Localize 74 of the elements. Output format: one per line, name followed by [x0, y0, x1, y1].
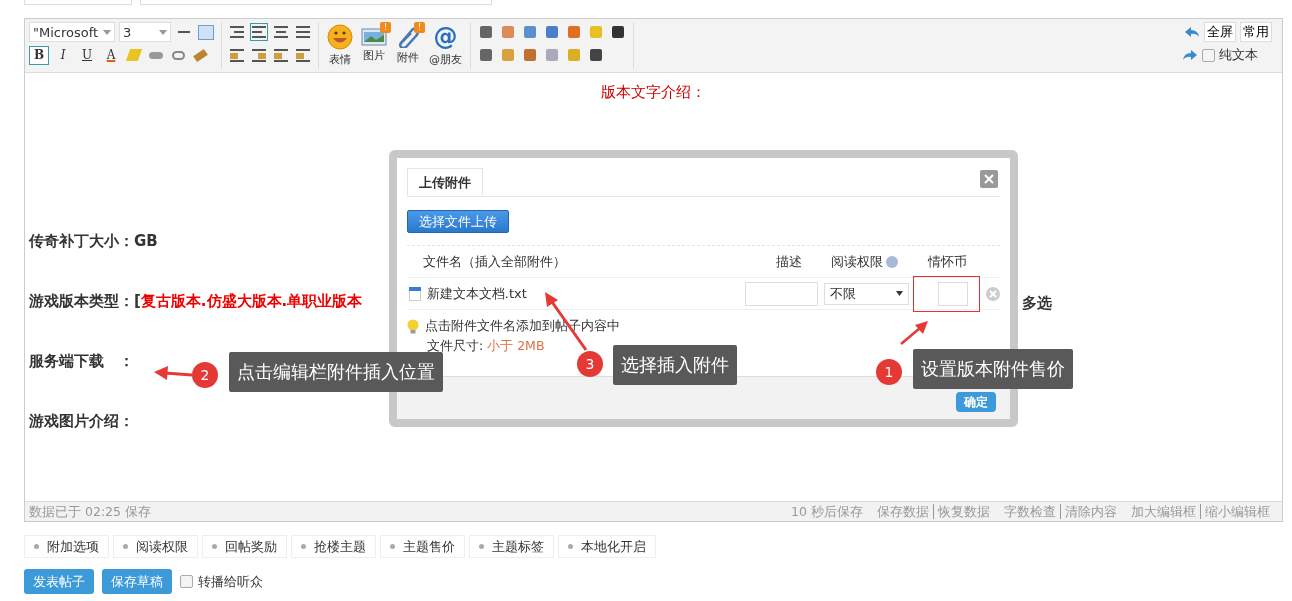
- option-tab[interactable]: 阅读权限: [113, 535, 198, 558]
- toolbar-button[interactable]: @ @朋友: [427, 22, 464, 67]
- notification-badge: !: [380, 22, 391, 33]
- callout-label: 点击编辑栏附件插入位置: [229, 352, 443, 392]
- option-tab[interactable]: 抢楼主题: [291, 535, 376, 558]
- align-justify-icon[interactable]: [294, 23, 312, 41]
- option-tab[interactable]: 本地化开启: [558, 535, 656, 558]
- field-value: GB: [134, 232, 158, 250]
- format-button[interactable]: I: [53, 45, 73, 65]
- remove-icon[interactable]: [986, 286, 1000, 301]
- field-label: 游戏图片介绍：: [29, 412, 134, 430]
- at-sign-icon: @: [433, 24, 458, 50]
- text-field[interactable]: [140, 0, 492, 5]
- callout-label: 设置版本附件售价: [913, 349, 1073, 389]
- lightbulb-icon: [407, 319, 419, 334]
- option-tab[interactable]: 主题售价: [380, 535, 465, 558]
- toolbar-button[interactable]: ! 附件: [393, 22, 423, 65]
- close-icon: [984, 174, 994, 184]
- arrow: [900, 321, 928, 345]
- column-header[interactable]: 文件名（插入全部附件）: [423, 252, 773, 271]
- option-tab[interactable]: 回帖奖励: [202, 535, 287, 558]
- toolbar-button[interactable]: 全屏: [1204, 22, 1236, 42]
- text-field[interactable]: [24, 0, 132, 5]
- format-button[interactable]: A: [101, 45, 121, 65]
- field-value: 复古版本.仿盛大版本.单职业版本: [140, 292, 363, 310]
- field-value: 多选: [1022, 294, 1052, 313]
- option-tab[interactable]: 主题标签: [469, 535, 554, 558]
- autosave-text: 10 秒后保存: [791, 504, 863, 519]
- notification-badge: !: [414, 22, 425, 33]
- option-tab[interactable]: 附加选项: [24, 535, 109, 558]
- format-button[interactable]: B: [29, 45, 49, 65]
- permission-select[interactable]: 不限: [824, 282, 910, 305]
- checkbox[interactable]: [1202, 48, 1215, 62]
- toolbar-button[interactable]: ! 图片: [359, 22, 389, 63]
- field-label: 游戏版本类型：: [29, 292, 134, 310]
- arrow: [154, 366, 193, 380]
- align-right-icon[interactable]: [228, 23, 246, 41]
- redo-icon[interactable]: [1182, 49, 1198, 61]
- field-label: 服务端下载 ：: [29, 352, 134, 370]
- float-left-icon[interactable]: [228, 46, 246, 64]
- caret-icon: [896, 291, 904, 296]
- column-header: 阅读权限: [831, 252, 883, 271]
- callout-label: 选择插入附件: [613, 345, 737, 385]
- field-value: [: [134, 292, 141, 310]
- field-label: 传奇补丁大小：: [29, 232, 134, 250]
- save-status: 数据已于 02:25 保存: [29, 504, 151, 519]
- caret-icon: [103, 29, 111, 35]
- font-select[interactable]: "Microsoft: [29, 22, 115, 42]
- caret-icon: [159, 29, 167, 35]
- description-field[interactable]: [745, 281, 819, 306]
- heading-text: 版本文字介绍：: [600, 83, 707, 102]
- checkbox-label: 纯文本: [1219, 46, 1259, 64]
- align-left-icon[interactable]: [250, 23, 268, 41]
- toolbar-button[interactable]: 常用: [1240, 22, 1272, 42]
- help-icon[interactable]: [886, 255, 898, 268]
- size-value: 小于 2MB: [487, 338, 545, 353]
- size-label: 文件尺寸:: [427, 338, 485, 353]
- size-select[interactable]: 3: [119, 22, 171, 42]
- file-icon: [409, 286, 421, 301]
- toolbar-button[interactable]: 表情: [325, 22, 355, 67]
- checkbox-label: 转播给听众: [198, 572, 263, 591]
- column-header: 描述: [776, 252, 803, 271]
- column-header: 情怀币: [928, 252, 967, 271]
- upload-button[interactable]: 选择文件上传: [407, 210, 509, 233]
- close-button[interactable]: [980, 170, 998, 188]
- undo-icon[interactable]: [1184, 26, 1200, 38]
- price-field[interactable]: [937, 281, 968, 306]
- dialog-tab[interactable]: 上传附件: [407, 168, 483, 196]
- file-name-link[interactable]: 新建文本文档.txt: [426, 284, 738, 303]
- float-right-icon[interactable]: [250, 46, 268, 64]
- checkbox[interactable]: [180, 575, 193, 588]
- align-center-icon[interactable]: [272, 23, 290, 41]
- smiley-icon: [327, 24, 353, 50]
- format-button[interactable]: U: [77, 45, 97, 65]
